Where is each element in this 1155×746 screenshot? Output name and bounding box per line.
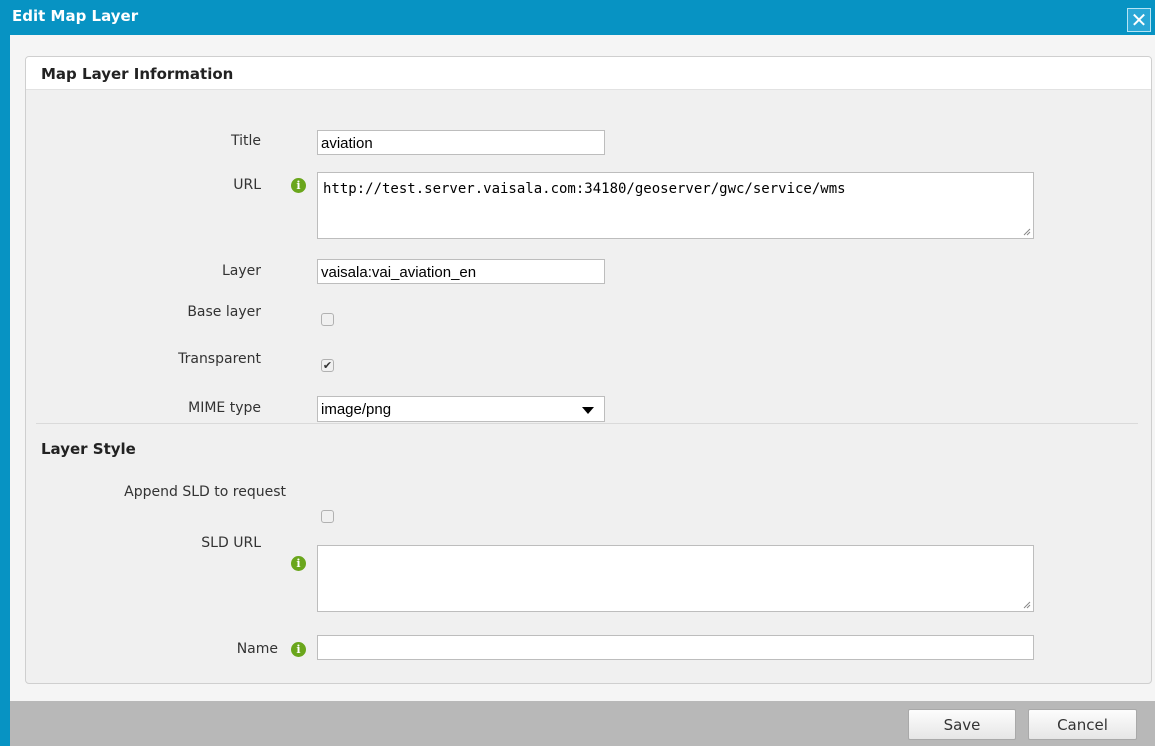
dialog-footer: Save Cancel [10,701,1155,746]
cancel-button[interactable]: Cancel [1028,709,1137,740]
title-input[interactable]: aviation [317,130,605,155]
transparent-label: Transparent [178,351,261,367]
url-info-icon[interactable]: i [291,178,306,193]
resize-grip-icon[interactable] [1023,228,1031,236]
sld-url-info-icon[interactable]: i [291,556,306,571]
close-icon: ✕ [1130,8,1148,32]
form-panel: Map Layer Information Title aviation URL… [25,56,1152,684]
edit-map-layer-dialog: Edit Map Layer ✕ Map Layer Information T… [0,0,1155,746]
close-button[interactable]: ✕ [1127,8,1151,32]
dialog-title: Edit Map Layer [12,7,139,25]
transparent-checkbox[interactable]: ✔ [321,359,334,372]
sld-url-label: SLD URL [201,535,261,551]
dialog-content: Map Layer Information Title aviation URL… [10,35,1155,701]
base-layer-label: Base layer [187,304,261,320]
url-value: http://test.server.vaisala.com:34180/geo… [323,181,846,197]
section-divider [36,423,1138,424]
layer-input[interactable]: vaisala:vai_aviation_en [317,259,605,284]
map-layer-info-title: Map Layer Information [41,65,234,83]
mime-type-value: image/png [321,401,392,418]
dialog-title-bar: Edit Map Layer ✕ [0,0,1155,35]
sld-url-textarea[interactable] [317,545,1034,612]
base-layer-checkbox[interactable] [321,313,334,326]
mime-type-select[interactable]: image/png [317,396,605,422]
layer-label: Layer [221,263,261,279]
append-sld-label: Append SLD to request [124,484,286,500]
title-label: Title [230,133,261,149]
name-label: Name [236,641,278,657]
mime-type-label: MIME type [188,400,261,416]
layer-style-title: Layer Style [41,440,136,458]
url-label: URL [233,177,261,193]
name-info-icon[interactable]: i [291,642,306,657]
resize-grip-icon[interactable] [1023,601,1031,609]
url-textarea[interactable]: http://test.server.vaisala.com:34180/geo… [317,172,1034,239]
checkmark-icon: ✔ [322,359,333,372]
map-layer-info-header: Map Layer Information [26,57,1151,90]
append-sld-checkbox[interactable] [321,510,334,523]
save-button[interactable]: Save [908,709,1016,740]
name-input[interactable] [317,635,1034,660]
dropdown-arrow-icon [582,407,594,414]
